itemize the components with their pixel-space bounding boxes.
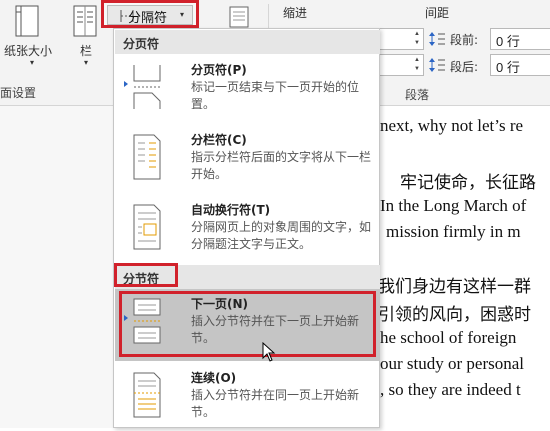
- menu-item-marker: [124, 81, 128, 87]
- menu-item-title: 下一页(N): [191, 297, 249, 311]
- breaks-button[interactable]: 分隔符 ▾: [101, 0, 199, 28]
- menu-item-description: 分隔网页上的对象周围的文字，如分隔题注文字与正文。: [191, 220, 372, 251]
- paper-size-dropdown-arrow[interactable]: ▾: [30, 58, 34, 67]
- menu-item-description: 插入分节符并在下一页上开始新节。: [191, 314, 360, 345]
- spacing-header: 间距: [425, 6, 450, 20]
- spacing-before-input[interactable]: 0 行: [490, 28, 550, 50]
- columns-dropdown-arrow[interactable]: ▾: [84, 58, 88, 67]
- menu-item-title: 连续(O): [191, 371, 237, 385]
- chevron-down-icon: ▾: [180, 10, 185, 19]
- menu-item-column-break[interactable]: 分栏符(C) 指示分栏符后面的文字将从下一栏开始。: [115, 125, 380, 193]
- spinner-arrows-icon[interactable]: ▲ ▼: [412, 30, 422, 48]
- section-header-highlight-box: [114, 263, 178, 287]
- spacing-before-icon: [429, 32, 445, 46]
- menu-item-title: 分栏符(C): [191, 133, 247, 147]
- menu-item-description: 指示分栏符后面的文字将从下一栏开始。: [191, 150, 372, 181]
- indent-left-spinner[interactable]: ▲ ▼: [378, 28, 424, 50]
- menu-item-title: 自动换行符(T): [191, 203, 271, 217]
- page-break-icon: [133, 65, 161, 109]
- columns-icon[interactable]: [72, 4, 98, 40]
- spacing-after-input[interactable]: 0 行: [490, 54, 550, 76]
- indent-header: 缩进: [283, 6, 308, 20]
- doc-line: 我们身边有这样一群: [380, 277, 531, 296]
- paper-size-button[interactable]: 纸张大小: [4, 42, 52, 59]
- menu-item-title: 分页符(P): [191, 63, 247, 77]
- mouse-cursor-icon: [262, 342, 276, 362]
- menu-item-text-wrapping-break[interactable]: 自动换行符(T) 分隔网页上的对象周围的文字，如分隔题注文字与正文。: [115, 195, 380, 263]
- left-panel: [0, 106, 113, 428]
- spinner-arrows-icon[interactable]: ▲ ▼: [412, 56, 422, 74]
- menu-item-next-page[interactable]: 下一页(N) 插入分节符并在下一页上开始新节。: [115, 289, 380, 361]
- menu-item-page-break[interactable]: 分页符(P) 标记一页结束与下一页开始的位置。: [115, 55, 380, 123]
- spacing-before-label: 段前:: [450, 33, 479, 47]
- column-break-icon: [133, 134, 161, 180]
- spacing-after-icon: [429, 58, 445, 72]
- text-wrapping-icon: [133, 204, 161, 250]
- doc-line: he school of foreign: [380, 328, 517, 347]
- document-area[interactable]: next, why not let’s re 牢记使命，长征路 In the L…: [380, 106, 550, 428]
- doc-line: In the Long March of: [380, 196, 527, 215]
- paper-size-icon[interactable]: [12, 4, 42, 40]
- doc-line: 牢记使命，长征路: [400, 173, 536, 192]
- next-page-icon: [133, 298, 161, 344]
- menu-item-marker: [124, 315, 128, 321]
- page-icon[interactable]: [228, 5, 250, 29]
- breaks-dropdown-menu: 分页符 分页符(P) 标记一页结束与下一页开始的位置。 分栏符(C) 指示分栏符…: [113, 28, 380, 428]
- page-setup-group-label: 面设置: [0, 86, 37, 100]
- continuous-icon: [133, 372, 161, 418]
- breaks-button-label: 分隔符: [128, 11, 168, 26]
- doc-line: , so they are indeed t: [380, 380, 521, 399]
- menu-item-description: 插入分节符并在同一页上开始新节。: [191, 388, 360, 419]
- menu-item-continuous[interactable]: 连续(O) 插入分节符并在同一页上开始新节。: [115, 363, 380, 431]
- doc-line: our study or personal: [380, 354, 525, 373]
- breaks-button-face[interactable]: 分隔符 ▾: [107, 5, 193, 26]
- doc-line: next, why not let’s re: [380, 116, 524, 135]
- spacing-after-label: 段后:: [450, 60, 479, 74]
- paragraph-group-label: 段落: [405, 88, 430, 102]
- columns-button[interactable]: 栏: [80, 42, 92, 59]
- doc-line: 引领的风向，困惑时: [380, 305, 531, 324]
- menu-item-description: 标记一页结束与下一页开始的位置。: [191, 80, 360, 111]
- doc-line: mission firmly in m: [386, 222, 521, 241]
- indent-right-spinner[interactable]: ▲ ▼: [378, 54, 424, 76]
- page-breaks-section-header: 分页符: [115, 30, 380, 54]
